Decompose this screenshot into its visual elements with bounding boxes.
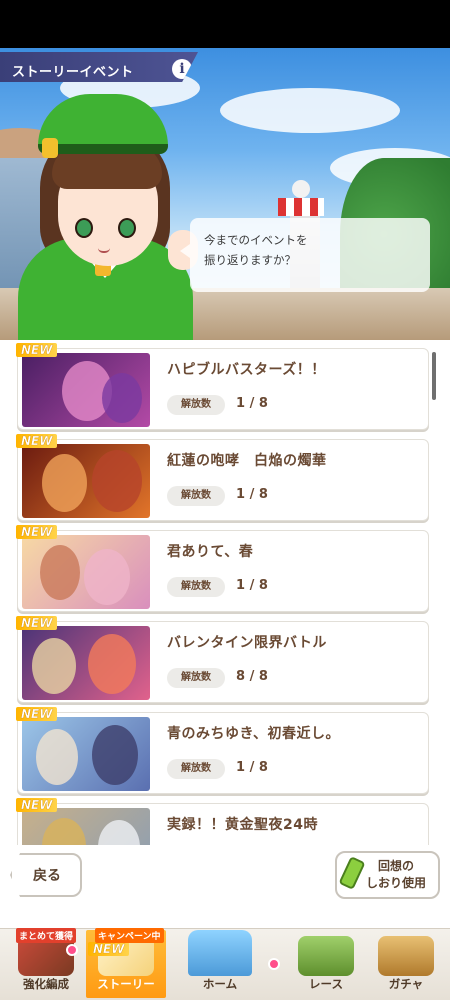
event-card[interactable]: NEW ハピブルバスターズ！！ 解放数 1 / 8 xyxy=(16,343,429,430)
event-thumbnail xyxy=(22,717,150,791)
memory-label-line: しおり使用 xyxy=(366,876,427,890)
event-thumbnail xyxy=(22,808,150,845)
unlock-count: 1 / 8 xyxy=(236,396,268,411)
notification-dot xyxy=(268,958,280,970)
gacha-icon xyxy=(378,936,434,976)
nav-label: ストーリー xyxy=(97,977,155,991)
new-badge: NEW xyxy=(16,343,58,357)
info-icon[interactable]: i xyxy=(172,59,192,79)
cloud xyxy=(220,88,400,133)
thumb-figure xyxy=(42,454,87,512)
new-badge: NEW xyxy=(16,616,58,630)
character-eye xyxy=(118,218,136,238)
thumb-figure xyxy=(92,450,142,512)
character-eye xyxy=(75,218,93,238)
event-thumbnail xyxy=(22,626,150,700)
event-title: 紅蓮の咆哮 白焔の燭華 xyxy=(167,453,327,469)
promo-badge: まとめて獲得 xyxy=(16,928,77,943)
scrollbar[interactable] xyxy=(432,352,436,400)
tower-top xyxy=(292,180,310,198)
unlock-label: 解放数 xyxy=(167,486,225,506)
nav-item-gacha[interactable]: ガチャ xyxy=(366,930,446,998)
new-badge: NEW xyxy=(16,525,58,539)
thumb-figure xyxy=(84,549,130,605)
event-thumbnail xyxy=(22,353,150,427)
nav-item-home[interactable]: ホーム xyxy=(180,930,260,998)
thumb-figure xyxy=(40,545,80,600)
unlock-label: 解放数 xyxy=(167,668,225,688)
event-card[interactable]: NEW 紅蓮の咆哮 白焔の燭華 解放数 1 / 8 xyxy=(16,434,429,521)
promo-badge: キャンペーン中 xyxy=(95,928,164,943)
thumb-figure xyxy=(92,725,138,785)
status-bar xyxy=(0,0,450,48)
new-badge: NEW xyxy=(16,798,58,812)
event-card[interactable]: NEW 青のみちゆき、初春近し。 解放数 1 / 8 xyxy=(16,707,429,794)
tower-banner xyxy=(278,198,324,216)
speech-line: 今までのイベントを xyxy=(204,233,308,247)
nav-label: 強化編成 xyxy=(23,977,69,991)
thumb-figure xyxy=(32,638,76,694)
event-list[interactable]: NEW ハピブルバスターズ！！ 解放数 1 / 8 NEW 紅蓮の咆哮 白焔の燭… xyxy=(0,340,450,845)
unlock-label: 解放数 xyxy=(167,759,225,779)
unlock-count: 8 / 8 xyxy=(236,669,268,684)
new-badge: NEW xyxy=(16,434,58,448)
thumb-figure xyxy=(88,634,136,694)
thumb-figure xyxy=(42,818,86,845)
event-card[interactable]: NEW 君ありて、春 解放数 1 / 8 xyxy=(16,525,429,612)
event-card[interactable]: NEW バレンタイン限界バトル 解放数 8 / 8 xyxy=(16,616,429,703)
event-title: バレンタイン限界バトル xyxy=(167,635,327,651)
event-title: 青のみちゆき、初春近し。 xyxy=(167,726,341,742)
speech-bubble: 今までのイベントを 振り返りますか？ xyxy=(180,218,430,292)
speech-line: 振り返りますか？ xyxy=(204,253,296,267)
thumb-figure xyxy=(102,373,142,423)
new-badge: NEW xyxy=(16,707,58,721)
thumb-figure xyxy=(98,820,140,845)
screen-title: ストーリーイベント xyxy=(12,65,134,80)
event-card[interactable]: NEW 実録！！黄金聖夜24時 xyxy=(16,798,429,845)
home-building-icon xyxy=(188,930,252,976)
memory-label-line: 回想の xyxy=(378,859,415,873)
nav-label: ガチャ xyxy=(388,977,424,991)
event-title: 君ありて、春 xyxy=(167,544,254,560)
nav-label: レース xyxy=(309,977,343,991)
unlock-count: 1 / 8 xyxy=(236,578,268,593)
event-title: ハピブルバスターズ！！ xyxy=(167,362,326,378)
unlock-count: 1 / 8 xyxy=(236,487,268,502)
event-thumbnail xyxy=(22,535,150,609)
screen-title-bar: ストーリーイベント i xyxy=(0,52,198,82)
thumb-figure xyxy=(36,729,78,785)
new-badge: NEW xyxy=(88,942,130,956)
back-button-label[interactable]: 戻る xyxy=(33,865,61,885)
nav-label: ホーム xyxy=(202,977,238,991)
unlock-count: 1 / 8 xyxy=(236,760,268,775)
unlock-label: 解放数 xyxy=(167,577,225,597)
nav-item-race[interactable]: レース xyxy=(286,930,366,998)
unlock-label: 解放数 xyxy=(167,395,225,415)
memory-bookmark-label[interactable]: 回想の しおり使用 xyxy=(366,858,426,892)
event-thumbnail xyxy=(22,444,150,518)
event-title: 実録！！黄金聖夜24時 xyxy=(167,817,318,833)
cap-badge xyxy=(42,138,58,158)
hero-banner: ストーリーイベント i 今までのイベントを 振り返りますか？ xyxy=(0,48,450,340)
race-icon xyxy=(298,936,354,976)
notification-dot xyxy=(66,944,78,956)
